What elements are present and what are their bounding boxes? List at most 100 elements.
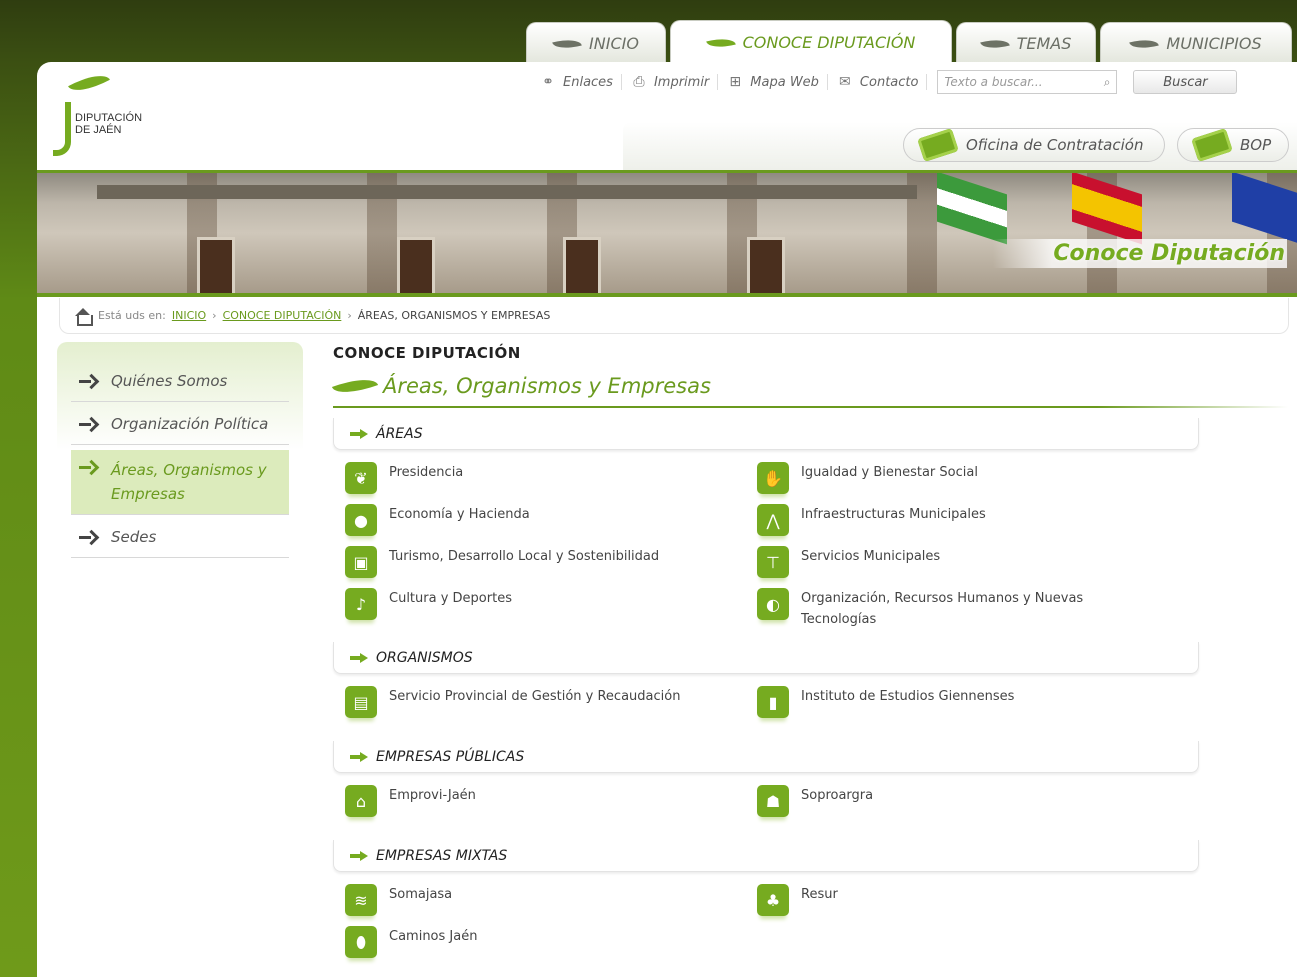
utility-bar: ⚭ Enlaces ⎙ Imprimir ⊞ Mapa Web ✉ Contac… bbox=[531, 68, 1238, 96]
logo-line-1: DIPUTACIÓN bbox=[75, 112, 143, 124]
link-label: Servicios Municipales bbox=[801, 549, 941, 564]
page-title: Áreas, Organismos y Empresas bbox=[331, 371, 711, 401]
link-label: Servicio Provincial de Gestión y Recauda… bbox=[389, 689, 681, 704]
category-label: ÁREAS bbox=[376, 425, 423, 442]
mapa-web-link[interactable]: ⊞ Mapa Web bbox=[718, 74, 828, 90]
contacto-label: Contacto bbox=[859, 74, 919, 90]
printer-icon: ⎙ bbox=[633, 74, 645, 90]
banner-image: Conoce Diputación bbox=[37, 173, 1297, 293]
leaf-icon bbox=[331, 371, 379, 401]
tab-inicio[interactable]: INICIO bbox=[526, 22, 666, 64]
link-label: Somajasa bbox=[389, 887, 453, 902]
bop-button[interactable]: BOP bbox=[1177, 128, 1289, 162]
link-igualdad[interactable]: ✋ Igualdad y Bienestar Social bbox=[757, 462, 1137, 494]
breadcrumb-current: ÁREAS, ORGANISMOS Y EMPRESAS bbox=[357, 309, 551, 322]
link-resur[interactable]: ♣ Resur bbox=[757, 884, 1137, 916]
sidebar-item-label: Áreas, Organismos y Empresas bbox=[111, 461, 267, 503]
hand-icon: ✋ bbox=[757, 462, 789, 494]
sidebar-item-label: Sedes bbox=[111, 528, 157, 546]
link-caminos[interactable]: ⬮ Caminos Jaén bbox=[345, 926, 725, 958]
link-label: Caminos Jaén bbox=[389, 929, 478, 944]
link-label: Organización, Recursos Humanos y Nuevas … bbox=[801, 591, 1084, 627]
link-presidencia[interactable]: ❦ Presidencia bbox=[345, 462, 725, 494]
mapa-web-label: Mapa Web bbox=[750, 74, 819, 90]
page-title-text: Áreas, Organismos y Empresas bbox=[383, 374, 711, 398]
leaf-icon bbox=[979, 35, 1010, 52]
enlaces-link[interactable]: ⚭ Enlaces bbox=[531, 74, 622, 90]
link-label: Igualdad y Bienestar Social bbox=[801, 465, 978, 480]
search-placeholder: Texto a buscar... bbox=[944, 75, 1043, 89]
search-input[interactable]: Texto a buscar... ⌕ bbox=[937, 70, 1118, 94]
banner-cornice bbox=[97, 185, 917, 199]
sidebar-item-areas-organismos[interactable]: Áreas, Organismos y Empresas bbox=[71, 450, 289, 515]
arrow-right-icon bbox=[350, 428, 370, 439]
section-title: CONOCE DIPUTACIÓN bbox=[333, 344, 521, 362]
category-empresas-mixtas: EMPRESAS MIXTAS bbox=[333, 840, 1199, 872]
link-organizacion[interactable]: ◐ Organización, Recursos Humanos y Nueva… bbox=[757, 588, 1087, 630]
tab-temas[interactable]: TEMAS bbox=[956, 22, 1096, 64]
breadcrumb-inicio-link[interactable]: INICIO bbox=[172, 309, 206, 322]
link-soproargra[interactable]: ☗ Soproargra bbox=[757, 785, 1137, 817]
link-label: Soproargra bbox=[801, 788, 874, 803]
tap-icon: ⊤ bbox=[757, 546, 789, 578]
link-servicios[interactable]: ⊤ Servicios Municipales bbox=[757, 546, 1137, 578]
link-cultura[interactable]: ♪ Cultura y Deportes bbox=[345, 588, 725, 620]
contacto-link[interactable]: ✉ Contacto bbox=[828, 74, 928, 90]
link-somajasa[interactable]: ≋ Somajasa bbox=[345, 884, 725, 916]
tab-label: MUNICIPIOS bbox=[1166, 34, 1262, 53]
home-icon[interactable] bbox=[74, 307, 93, 326]
leaf-icon bbox=[552, 35, 582, 52]
sidebar: Quiénes Somos Organización Política Área… bbox=[57, 342, 303, 558]
tab-municipios[interactable]: MUNICIPIOS bbox=[1100, 22, 1292, 64]
sidebar-item-quienes-somos[interactable]: Quiénes Somos bbox=[71, 362, 289, 402]
page-container: DIPUTACIÓN DE JAÉN ⚭ Enlaces ⎙ Imprimir … bbox=[37, 62, 1297, 977]
link-label: Presidencia bbox=[389, 465, 464, 480]
search-button[interactable]: Buscar bbox=[1133, 70, 1238, 94]
category-label: EMPRESAS MIXTAS bbox=[376, 847, 508, 864]
arrow-right-icon bbox=[79, 416, 97, 434]
category-label: ORGANISMOS bbox=[376, 649, 473, 666]
leaf-icon bbox=[705, 34, 736, 51]
book-icon: ▮ bbox=[757, 686, 789, 718]
logo-line-2: DE JAÉN bbox=[75, 124, 122, 136]
category-label: EMPRESAS PÚBLICAS bbox=[376, 748, 525, 765]
sidebar-item-sedes[interactable]: Sedes bbox=[71, 518, 289, 558]
oficina-contratacion-button[interactable]: Oficina de Contratación bbox=[903, 128, 1165, 162]
banner-window bbox=[397, 237, 435, 293]
banner-window bbox=[563, 237, 601, 293]
link-servicio-provincial[interactable]: ▤ Servicio Provincial de Gestión y Recau… bbox=[345, 686, 725, 718]
water-icon: ≋ bbox=[345, 884, 377, 916]
link-label: Turismo, Desarrollo Local y Sostenibilid… bbox=[389, 549, 660, 564]
link-label: Cultura y Deportes bbox=[389, 591, 512, 606]
breadcrumb-separator: › bbox=[212, 309, 217, 322]
breadcrumb-prefix: Está uds en: bbox=[98, 309, 166, 322]
logo-j-icon bbox=[53, 102, 71, 156]
eu-flag bbox=[1232, 173, 1297, 245]
road-icon: ⋀ bbox=[757, 504, 789, 536]
banner-title: Conoce Diputación bbox=[993, 239, 1287, 268]
shortcut-bar: Oficina de Contratación BOP bbox=[623, 122, 1297, 170]
suitcase-icon: ▣ bbox=[345, 546, 377, 578]
house-icon: ⌂ bbox=[345, 785, 377, 817]
link-instituto[interactable]: ▮ Instituto de Estudios Giennenses bbox=[757, 686, 1137, 718]
link-economia[interactable]: ● Economía y Hacienda bbox=[345, 504, 725, 536]
footprint-icon: ⬮ bbox=[345, 926, 377, 958]
link-emprovi[interactable]: ⌂ Emprovi-Jaén bbox=[345, 785, 725, 817]
sidebar-item-organizacion-politica[interactable]: Organización Política bbox=[71, 405, 289, 445]
link-label: Instituto de Estudios Giennenses bbox=[801, 689, 1015, 704]
link-infraestructuras[interactable]: ⋀ Infraestructuras Municipales bbox=[757, 504, 1137, 536]
banner-divider bbox=[37, 293, 1297, 297]
breadcrumb-conoce-link[interactable]: CONOCE DIPUTACIÓN bbox=[223, 309, 342, 322]
category-areas: ÁREAS bbox=[333, 418, 1199, 450]
logo[interactable]: DIPUTACIÓN DE JAÉN bbox=[51, 67, 171, 164]
title-divider bbox=[333, 406, 1288, 408]
imprimir-link[interactable]: ⎙ Imprimir bbox=[622, 74, 719, 90]
book-icon bbox=[1191, 128, 1233, 162]
link-turismo[interactable]: ▣ Turismo, Desarrollo Local y Sostenibil… bbox=[345, 546, 725, 578]
contract-icon bbox=[917, 128, 959, 162]
oficina-label: Oficina de Contratación bbox=[966, 136, 1144, 154]
tab-label: TEMAS bbox=[1016, 34, 1072, 53]
spain-flag bbox=[1072, 173, 1142, 245]
tab-conoce-diputacion[interactable]: CONOCE DIPUTACIÓN bbox=[670, 20, 952, 64]
apple-icon: ● bbox=[345, 504, 377, 536]
